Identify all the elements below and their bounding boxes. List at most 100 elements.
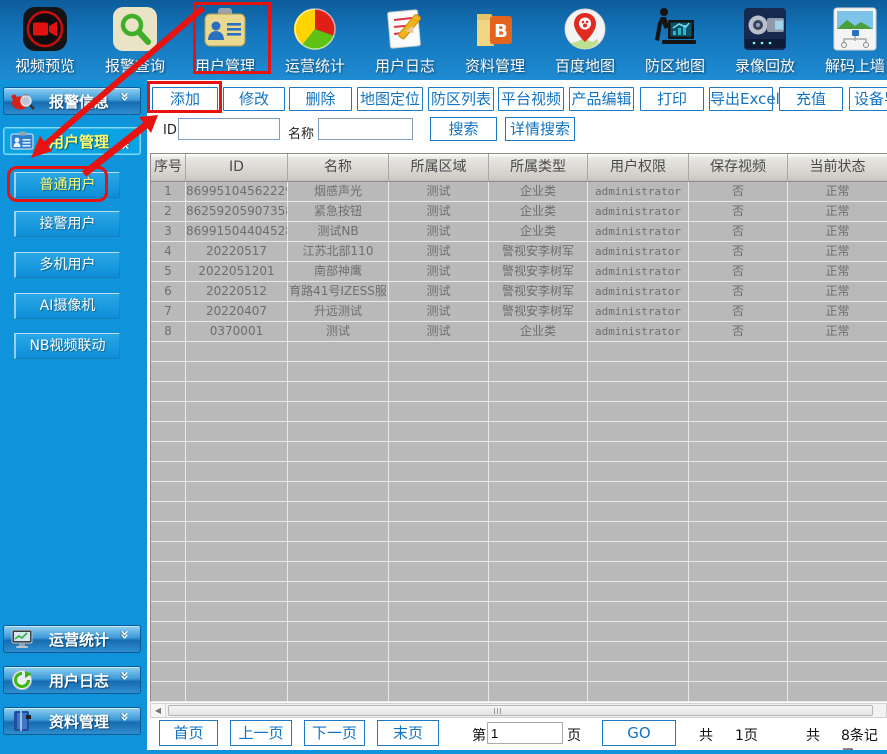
table-cell — [489, 642, 588, 662]
table-cell — [689, 502, 788, 522]
toolbar-item-stats[interactable]: 运营统计 — [270, 0, 360, 80]
map-locate-button[interactable]: 地图定位 — [357, 87, 423, 111]
sidebar-group-data-management[interactable]: 资料管理 » — [3, 707, 141, 735]
table-cell — [588, 402, 689, 422]
toolbar-item-video-preview[interactable]: 视频预览 — [0, 0, 90, 80]
table-cell: 否 — [689, 282, 788, 302]
sidebar-item-normal-users[interactable]: 普通用户 — [14, 172, 120, 198]
column-header[interactable]: ID — [186, 154, 288, 182]
column-header[interactable]: 所属类型 — [489, 154, 588, 182]
search-button[interactable]: 搜索 — [430, 117, 497, 141]
column-header[interactable]: 所属区域 — [389, 154, 489, 182]
prev-page-button[interactable]: 上一页 — [230, 720, 292, 746]
table-row[interactable]: 8 0370001 测试 测试 企业类 administrator 否正常 — [151, 322, 887, 342]
table-cell — [788, 642, 887, 662]
toolbar-item-zone-map[interactable]: 防区地图 — [630, 0, 720, 80]
table-cell — [151, 562, 186, 582]
column-header[interactable]: 保存视频 — [689, 154, 788, 182]
table-row[interactable]: 7 20220407 升远测试 测试 警视安李树军 administrator 否正常 — [151, 302, 887, 322]
next-page-button[interactable]: 下一页 — [304, 720, 365, 746]
toolbar-item-user-log[interactable]: 用户日志 — [360, 0, 450, 80]
table-cell: administrator — [588, 282, 689, 302]
table-cell — [151, 362, 186, 382]
scrollbar-thumb[interactable] — [168, 705, 873, 716]
table-cell — [288, 462, 389, 482]
table-cell — [588, 662, 689, 682]
column-header[interactable]: 用户权限 — [588, 154, 689, 182]
toolbar-item-data-management[interactable]: B 资料管理 — [450, 0, 540, 80]
column-header[interactable]: 序号 — [151, 154, 186, 182]
table-cell — [689, 562, 788, 582]
table-cell: 3 — [151, 222, 186, 242]
chevron-down-icon: » — [116, 671, 134, 681]
table-cell — [689, 642, 788, 662]
toolbar-item-alarm-search[interactable]: 报警查询 — [90, 0, 180, 80]
sidebar-item-nb-video-linkage[interactable]: NB视频联动 — [14, 333, 120, 359]
horizontal-scrollbar[interactable]: ◀ — [150, 703, 887, 718]
table-cell — [186, 362, 288, 382]
id-input[interactable] — [178, 118, 280, 140]
detail-search-button[interactable]: 详情搜索 — [505, 117, 575, 141]
table-cell — [151, 522, 186, 542]
sidebar-group-alarm-info[interactable]: 报警信息 » — [3, 87, 141, 115]
table-row[interactable]: 6 20220512 育路41号IZESS服 测试 警视安李树军 administrato… — [151, 282, 887, 302]
table-cell: 否 — [689, 302, 788, 322]
table-cell — [489, 362, 588, 382]
table-cell — [689, 522, 788, 542]
table-cell — [689, 342, 788, 362]
pie-chart-icon — [291, 5, 339, 53]
table-cell: administrator — [588, 222, 689, 242]
device-import-button[interactable]: 设备导入 — [849, 87, 887, 111]
empty-table-row — [151, 562, 887, 582]
first-page-button[interactable]: 首页 — [159, 720, 218, 746]
table-row[interactable]: 3869915044045283测试NB测试企业类administrator否正… — [151, 222, 887, 242]
toolbar-item-user-management[interactable]: 用户管理 — [180, 0, 270, 80]
table-cell — [788, 522, 887, 542]
column-header[interactable]: 名称 — [288, 154, 389, 182]
table-cell: 5 — [151, 262, 186, 282]
add-button[interactable]: 添加 — [152, 87, 218, 111]
table-cell — [588, 542, 689, 562]
table-cell — [151, 542, 186, 562]
print-button[interactable]: 打印 — [640, 87, 704, 111]
toolbar-item-decode-wall[interactable]: 解码上墙 — [810, 0, 887, 80]
table-cell: 0370001 — [186, 322, 288, 342]
sidebar-group-stats[interactable]: 运营统计 » — [3, 625, 141, 653]
recharge-button[interactable]: 充值 — [779, 87, 843, 111]
zone-list-button[interactable]: 防区列表 — [428, 87, 494, 111]
table-row[interactable]: 4 20220517 江苏北部110 测试 警视安李树军 administrator 否正常 — [151, 242, 887, 262]
table-cell — [489, 442, 588, 462]
last-page-button[interactable]: 末页 — [377, 720, 439, 746]
table-cell — [689, 462, 788, 482]
toolbar-item-baidu-map[interactable]: 百度地图 — [540, 0, 630, 80]
table-row[interactable]: 1869951045622291烟感声光测试企业类administrator否正… — [151, 182, 887, 202]
table-cell — [151, 342, 186, 362]
name-input[interactable] — [318, 118, 413, 140]
table-cell — [788, 542, 887, 562]
edit-button[interactable]: 修改 — [223, 87, 285, 111]
table-row[interactable]: 2862592059073588紧急按钮测试企业类administrator否正… — [151, 202, 887, 222]
table-cell: 江苏北部110 — [288, 242, 389, 262]
sidebar-group-user-management[interactable]: 用户管理 » — [3, 127, 141, 155]
platform-video-button[interactable]: 平台视频 — [498, 87, 564, 111]
scroll-left-arrow-icon[interactable]: ◀ — [151, 704, 166, 717]
column-header[interactable]: 当前状态 — [788, 154, 887, 182]
toolbar-item-label: 资料管理 — [464, 57, 525, 75]
go-button[interactable]: GO — [602, 720, 676, 746]
delete-button[interactable]: 删除 — [289, 87, 352, 111]
sidebar-item-alarm-receiving-users[interactable]: 接警用户 — [14, 211, 120, 237]
export-excel-button[interactable]: 导出Excel — [709, 87, 780, 111]
table-cell: 烟感声光 — [288, 182, 389, 202]
sidebar-item-multi-machine-users[interactable]: 多机用户 — [14, 252, 120, 278]
table-cell: 测试 — [389, 282, 489, 302]
table-cell — [489, 422, 588, 442]
user-log-icon — [381, 5, 429, 53]
page-number-input[interactable] — [487, 722, 563, 744]
table-cell — [151, 402, 186, 422]
toolbar-item-playback[interactable]: 录像回放 — [720, 0, 810, 80]
sidebar-group-user-log[interactable]: 用户日志 » — [3, 666, 141, 694]
product-edit-button[interactable]: 产品编辑 — [569, 87, 634, 111]
sidebar-item-ai-cameras[interactable]: AI摄像机 — [14, 293, 120, 319]
table-cell — [788, 662, 887, 682]
table-row[interactable]: 5 2022051201 南部神鹰 测试 警视安李树军 administrator 否正常 — [151, 262, 887, 282]
